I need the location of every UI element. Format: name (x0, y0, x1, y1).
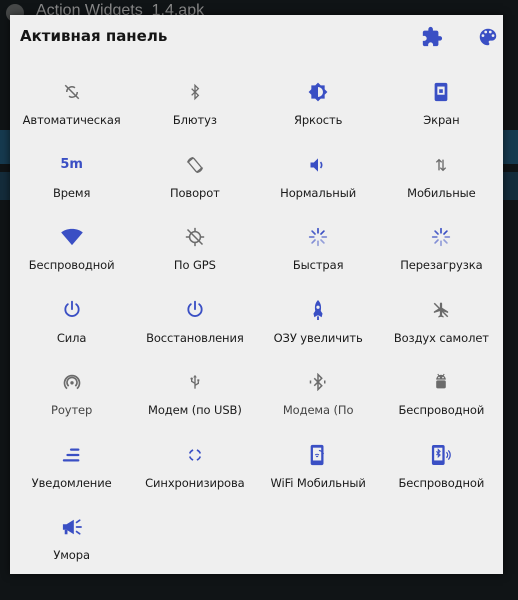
tile-label: Модем (по USB) (148, 403, 242, 417)
tile-power[interactable]: Сила (10, 295, 133, 368)
sound-volume-icon (310, 157, 323, 172)
tile-label: Роутер (50, 403, 93, 417)
power-icon (187, 300, 203, 317)
tile-notification[interactable]: Уведомление (10, 440, 133, 513)
tile-label: Модема (По (282, 403, 354, 417)
tile-mobile-data[interactable]: Мобильные (380, 150, 503, 223)
panel-title: Активная панель (20, 27, 168, 45)
tile-label: Восстановления (146, 330, 244, 345)
tile-label: Перезагрузка (400, 258, 483, 272)
tile-bluetooth[interactable]: Блютуз (133, 77, 256, 150)
tile-usb-tether[interactable]: Модем (по USB) (133, 367, 256, 440)
tile-label: Быстрая (292, 258, 344, 272)
tile-label: По GPS (173, 258, 216, 272)
tile-label: Поворот (169, 185, 220, 200)
gps-off-icon (185, 227, 205, 247)
loading-spinner-icon (432, 227, 451, 247)
tile-wireless-adb[interactable]: Беспроводной (380, 367, 503, 440)
tile-megaphone[interactable]: Умора (10, 512, 133, 585)
tile-timeout[interactable]: 5m Время (10, 150, 133, 223)
tile-label: Умора (53, 548, 90, 562)
brightness-icon (308, 82, 328, 102)
tile-reboot[interactable]: Перезагрузка (380, 222, 503, 295)
tile-label: Блютуз (172, 113, 217, 127)
bluetooth-icon (191, 83, 200, 101)
tile-auto-rotate[interactable]: Автоматическая (10, 77, 133, 150)
auto-rotate-off-icon (64, 84, 79, 100)
tile-ram-boost[interactable]: ОЗУ увеличить (257, 295, 380, 368)
tile-wifi-mobile[interactable]: WiFi Мобильный (257, 440, 380, 513)
tile-label: Мобильные (407, 185, 476, 200)
tile-label: Нормальный (280, 185, 357, 200)
megaphone-icon (62, 519, 82, 535)
tile-bluetooth-tether[interactable]: Модема (По (257, 367, 380, 440)
airplane-off-icon (434, 302, 449, 317)
tile-label: Беспроводной (28, 258, 115, 272)
active-panel: Активная панель Автоматическая Блютуз Яр… (10, 15, 503, 574)
screen-rotation-icon (186, 156, 204, 173)
extensions-button[interactable] (419, 24, 445, 50)
phone-bluetooth-icon (432, 444, 452, 465)
tile-label: Автоматическая (22, 113, 121, 127)
hotspot-icon (63, 374, 80, 390)
tile-label: Беспроводной (398, 475, 485, 490)
tile-label: Экран (423, 113, 460, 127)
tile-brightness[interactable]: Яркость (257, 77, 380, 150)
tile-label: ОЗУ увеличить (273, 330, 363, 345)
tile-label: Уведомление (31, 475, 112, 490)
tile-airplane[interactable]: Воздух самолет (380, 295, 503, 368)
wifi-icon (60, 228, 83, 246)
tile-label: Время (52, 185, 91, 200)
tile-rotation[interactable]: Поворот (133, 150, 256, 223)
tile-router[interactable]: Роутер (10, 367, 133, 440)
tile-label: Воздух самолет (393, 330, 489, 345)
tile-phone-bluetooth[interactable]: Беспроводной (380, 440, 503, 513)
palette-icon (479, 28, 497, 46)
android-icon (436, 373, 447, 389)
tile-label: Синхронизирова (145, 475, 245, 490)
wifi-hotspot-phone-icon (310, 444, 325, 465)
panel-header: Активная панель (10, 15, 503, 59)
tile-label: Беспроводной (398, 403, 485, 417)
toggle-grid: Автоматическая Блютуз Яркость Экран 5m В… (10, 77, 503, 585)
tile-label: Яркость (293, 113, 343, 127)
usb-icon (190, 375, 200, 389)
tile-sync[interactable]: Синхронизирова (133, 440, 256, 513)
tile-gps[interactable]: По GPS (133, 222, 256, 295)
puzzle-icon (422, 26, 443, 47)
tile-screen[interactable]: Экран (380, 77, 503, 150)
tile-fast[interactable]: Быстрая (257, 222, 380, 295)
bluetooth-tether-icon (309, 373, 326, 391)
tile-label: WiFi Мобильный (270, 475, 366, 490)
mobile-data-icon (436, 158, 447, 171)
tile-sound[interactable]: Нормальный (257, 150, 380, 223)
tile-recovery[interactable]: Восстановления (133, 295, 256, 368)
rocket-icon (313, 299, 323, 320)
screen-timeout-icon: 5m (60, 157, 83, 172)
phone-screen-icon (435, 82, 448, 102)
loading-spinner-icon (308, 227, 328, 247)
power-icon (64, 300, 80, 317)
theme-button[interactable] (475, 24, 501, 50)
tile-wifi[interactable]: Беспроводной (10, 222, 133, 295)
tile-label: Сила (56, 330, 87, 345)
notification-lines-icon (62, 447, 80, 462)
sync-icon (188, 448, 201, 461)
